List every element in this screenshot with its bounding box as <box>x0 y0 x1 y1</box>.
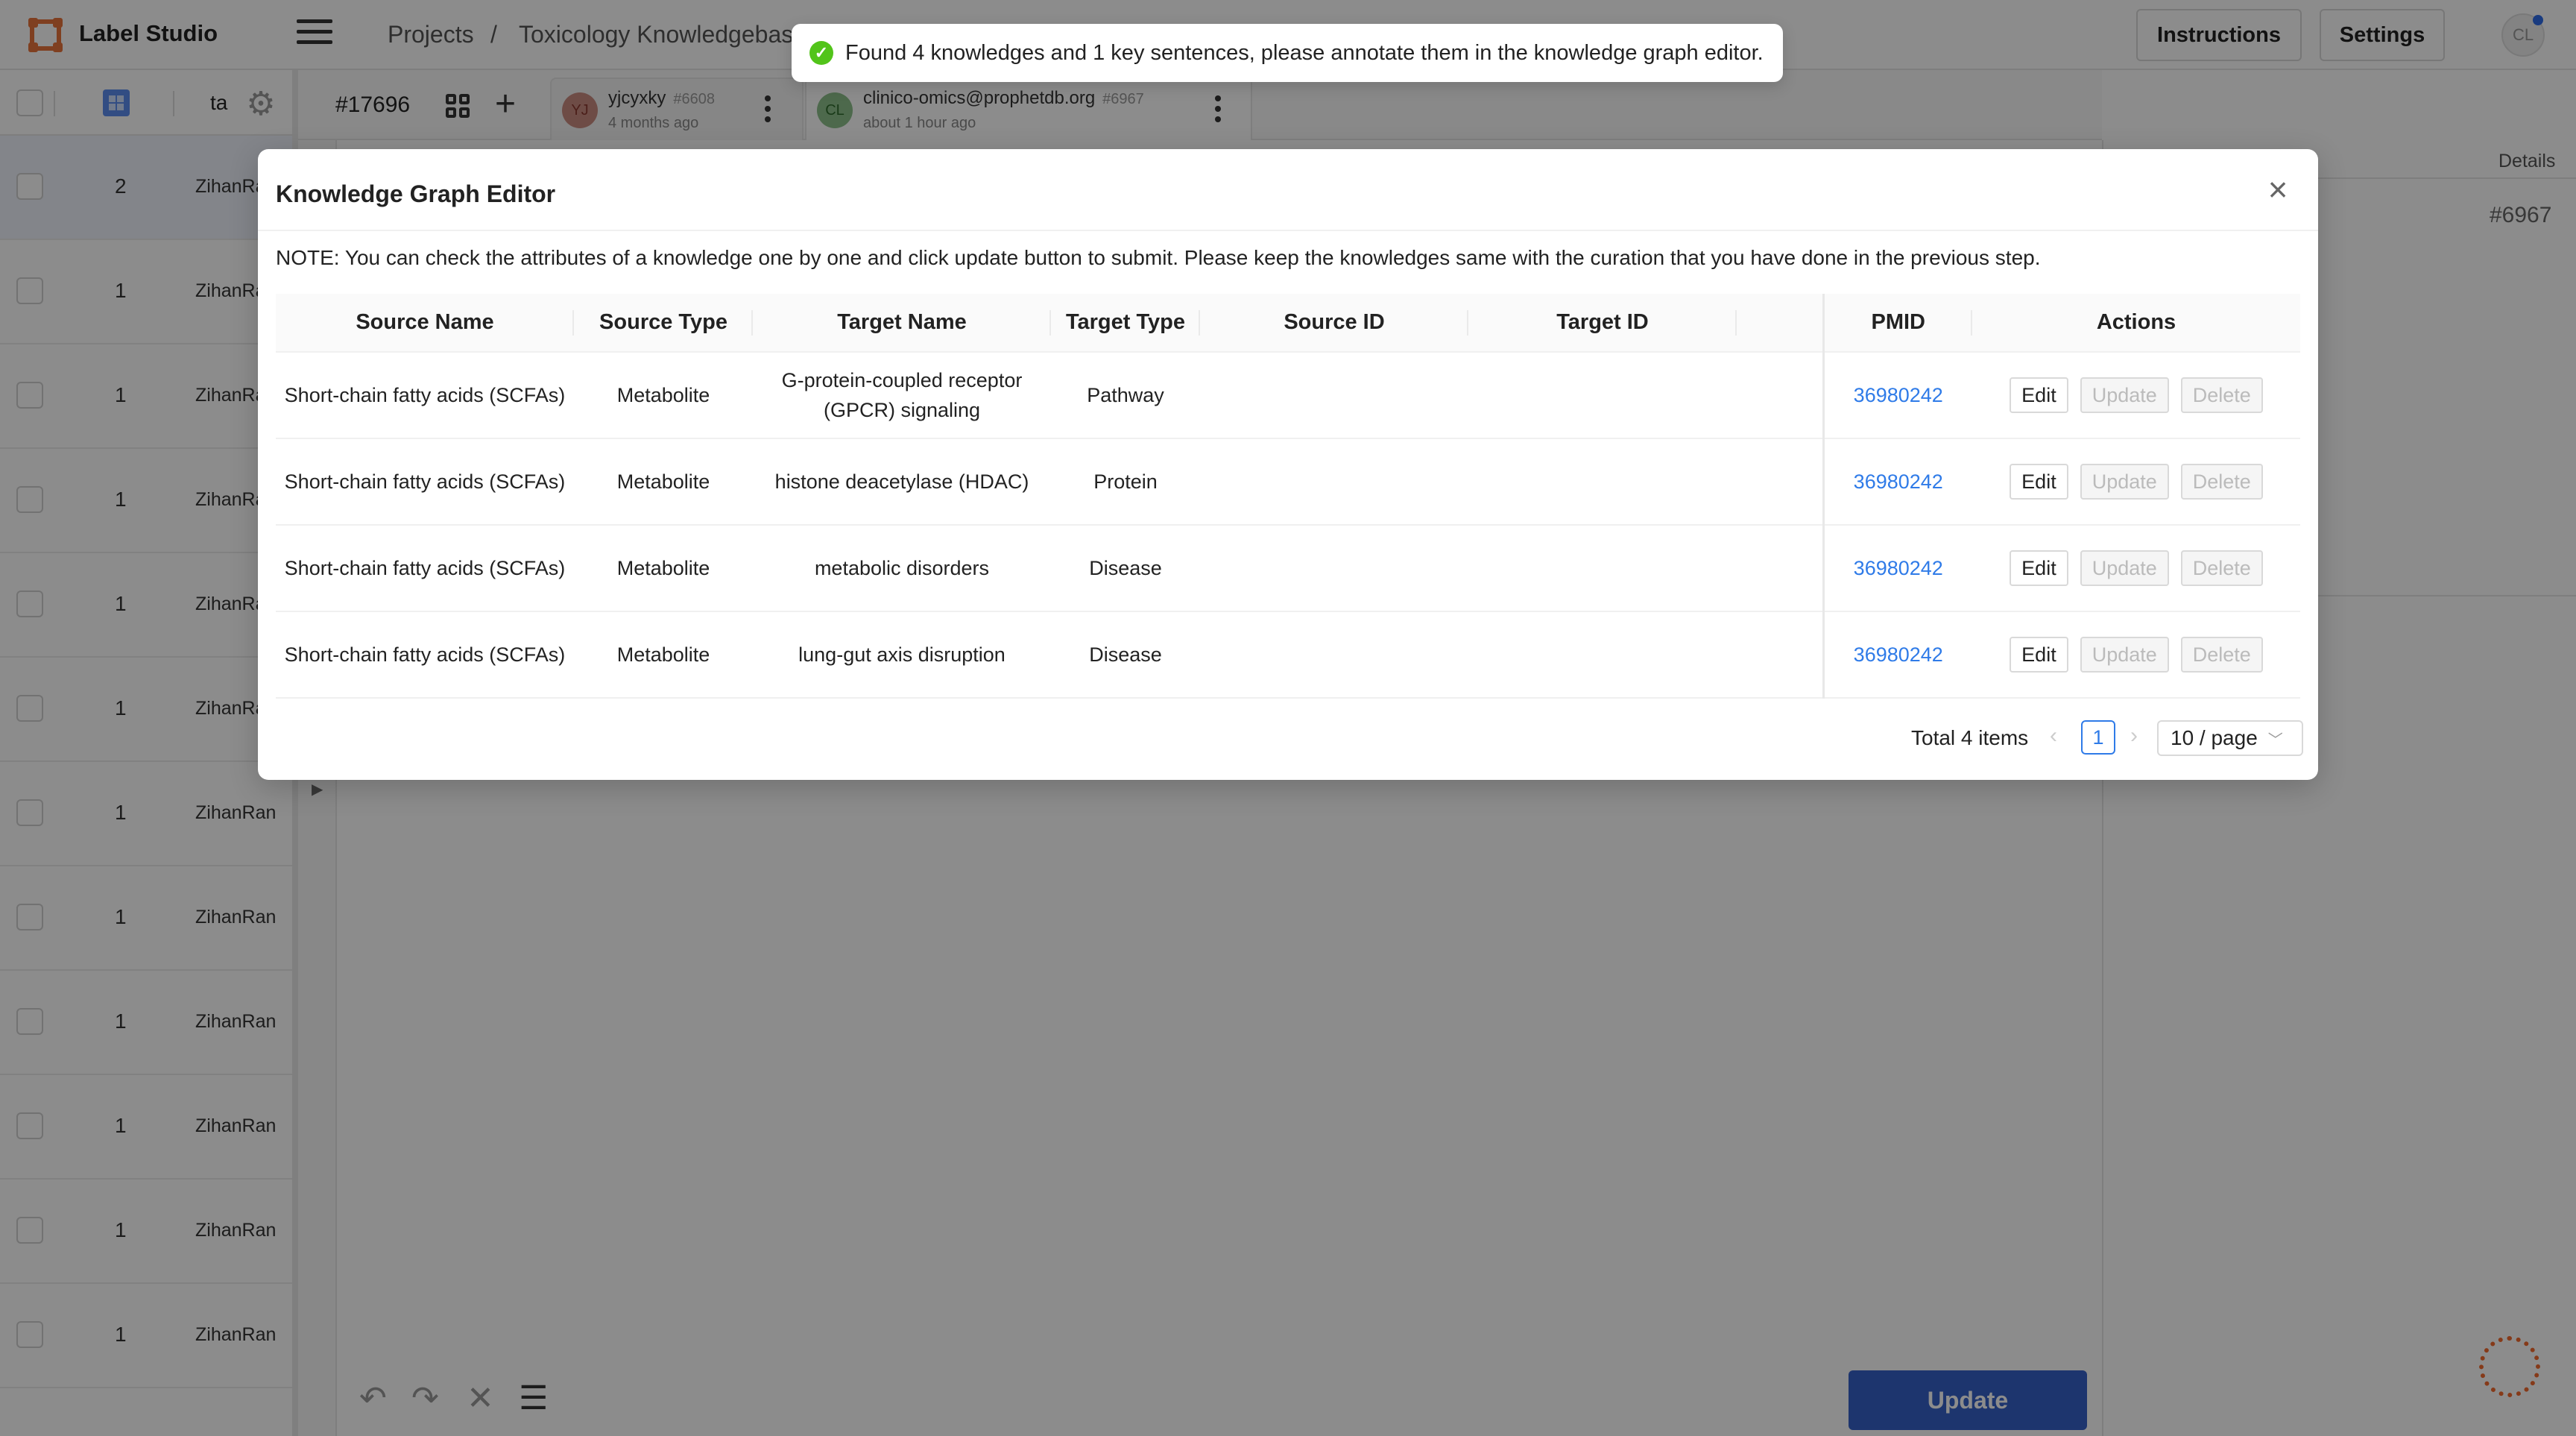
table-header-row: Source Name Source Type Target Name Targ… <box>276 294 2300 353</box>
page-size-select[interactable]: 10 / page ﹀ <box>2157 720 2303 756</box>
success-toast: ✓ Found 4 knowledges and 1 key sentences… <box>792 24 1783 82</box>
knowledge-graph-editor-modal: Knowledge Graph Editor × NOTE: You can c… <box>258 149 2318 780</box>
table-row: Short-chain fatty acids (SCFAs) Metabolit… <box>276 611 2300 699</box>
success-check-icon: ✓ <box>809 41 833 65</box>
modal-note: NOTE: You can check the attributes of a … <box>276 246 2041 269</box>
cell-target-id <box>1468 352 1737 439</box>
column-header-text: Target ID <box>1556 310 1649 334</box>
close-icon[interactable]: × <box>2263 172 2293 207</box>
cell-source-id <box>1200 525 1468 612</box>
cell-actions: Edit Update Delete <box>1972 611 2300 699</box>
table-row: Short-chain fatty acids (SCFAs) Metabolit… <box>276 525 2300 612</box>
edit-button[interactable]: Edit <box>2010 377 2068 413</box>
cell-source-name: Short-chain fatty acids (SCFAs) <box>276 438 574 526</box>
pmid-link[interactable]: 36980242 <box>1854 557 1943 579</box>
cell-target-type: Pathway <box>1051 352 1200 439</box>
column-header: PMID <box>1822 294 1972 353</box>
cell-source-id <box>1200 438 1468 526</box>
delete-button[interactable]: Delete <box>2180 637 2263 673</box>
delete-button[interactable]: Delete <box>2180 377 2263 413</box>
table-row: Short-chain fatty acids (SCFAs) Metabolit… <box>276 352 2300 439</box>
column-header: Source ID <box>1200 294 1468 353</box>
column-header: Source Name <box>276 294 574 353</box>
column-header-text: Target Type <box>1065 310 1186 334</box>
cell-spacer <box>1737 352 1823 439</box>
page-1-button[interactable]: 1 <box>2081 720 2115 755</box>
cell-pmid: 36980242 <box>1822 611 1972 699</box>
cell-target-type: Protein <box>1051 438 1200 526</box>
knowledge-table: Source Name Source Type Target Name Targ… <box>276 294 2300 699</box>
column-header-text: Source ID <box>1284 310 1385 334</box>
cell-actions: Edit Update Delete <box>1972 525 2300 612</box>
cell-source-name: Short-chain fatty acids (SCFAs) <box>276 525 574 612</box>
cell-actions: Edit Update Delete <box>1972 352 2300 439</box>
pmid-link[interactable]: 36980242 <box>1854 470 1943 493</box>
column-header-text: Actions <box>2096 310 2176 334</box>
cell-actions: Edit Update Delete <box>1972 438 2300 526</box>
cell-target-type: Disease <box>1051 611 1200 699</box>
toast-message: Found 4 knowledges and 1 key sentences, … <box>845 40 1764 65</box>
column-header-text: PMID <box>1871 310 1926 334</box>
cell-target-name: G-protein-coupled receptor (GPCR) signal… <box>753 352 1051 439</box>
page-size-value: 10 / page <box>2171 726 2258 749</box>
modal-divider <box>258 230 2318 231</box>
prev-page-icon[interactable]: ‹ <box>2050 723 2057 749</box>
column-header: Actions <box>1972 294 2300 353</box>
cell-source-type: Metabolite <box>574 352 753 439</box>
next-page-icon[interactable]: › <box>2130 723 2138 749</box>
column-header-text: Target Name <box>837 310 967 334</box>
update-button[interactable]: Update <box>2080 464 2169 500</box>
column-header: Target Type <box>1051 294 1200 353</box>
cell-pmid: 36980242 <box>1822 352 1972 439</box>
cell-pmid: 36980242 <box>1822 525 1972 612</box>
delete-button[interactable]: Delete <box>2180 464 2263 500</box>
column-header: Target ID <box>1468 294 1737 353</box>
chevron-down-icon: ﹀ <box>2267 731 2283 749</box>
cell-target-name: metabolic disorders <box>753 525 1051 612</box>
cell-source-type: Metabolite <box>574 438 753 526</box>
modal-title: Knowledge Graph Editor <box>276 180 556 207</box>
cell-source-id <box>1200 352 1468 439</box>
cell-pmid: 36980242 <box>1822 438 1972 526</box>
edit-button[interactable]: Edit <box>2010 464 2068 500</box>
update-button[interactable]: Update <box>2080 377 2169 413</box>
column-header-text: Source Type <box>599 310 727 334</box>
cell-source-type: Metabolite <box>574 525 753 612</box>
column-header-text: Source Name <box>356 310 494 334</box>
cell-spacer <box>1737 438 1823 526</box>
column-header: Source Type <box>574 294 753 353</box>
pagination-total: Total 4 items <box>1911 726 2029 749</box>
cell-target-id <box>1468 611 1737 699</box>
cell-spacer <box>1737 525 1823 612</box>
cell-target-type: Disease <box>1051 525 1200 612</box>
cell-source-id <box>1200 611 1468 699</box>
pmid-link[interactable]: 36980242 <box>1854 384 1943 406</box>
column-header: Target Name <box>753 294 1051 353</box>
cell-target-id <box>1468 525 1737 612</box>
update-button[interactable]: Update <box>2080 637 2169 673</box>
delete-button[interactable]: Delete <box>2180 550 2263 586</box>
cell-spacer <box>1737 611 1823 699</box>
edit-button[interactable]: Edit <box>2010 637 2068 673</box>
pmid-link[interactable]: 36980242 <box>1854 643 1943 666</box>
column-header <box>1737 294 1823 353</box>
cell-source-name: Short-chain fatty acids (SCFAs) <box>276 352 574 439</box>
cell-target-name: lung-gut axis disruption <box>753 611 1051 699</box>
cell-target-name: histone deacetylase (HDAC) <box>753 438 1051 526</box>
edit-button[interactable]: Edit <box>2010 550 2068 586</box>
table-row: Short-chain fatty acids (SCFAs) Metabolit… <box>276 438 2300 526</box>
cell-source-type: Metabolite <box>574 611 753 699</box>
update-button[interactable]: Update <box>2080 550 2169 586</box>
cell-target-id <box>1468 438 1737 526</box>
cell-source-name: Short-chain fatty acids (SCFAs) <box>276 611 574 699</box>
